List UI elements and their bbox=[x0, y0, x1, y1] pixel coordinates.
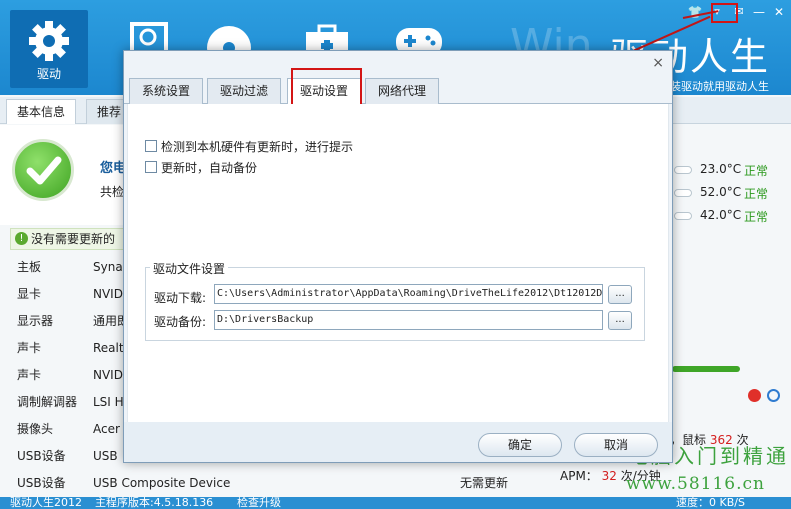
temp-row: 23.0°C 正常 bbox=[672, 160, 791, 183]
download-browse-button[interactable]: ... bbox=[608, 285, 632, 304]
status-speed: 速度：0 KB/S bbox=[676, 497, 745, 509]
list-item[interactable]: USB设备 USB Composite Device 无需更新 bbox=[0, 470, 540, 497]
tencent-weibo-icon[interactable] bbox=[767, 389, 780, 402]
driver-files-group: 驱动文件设置 驱动下载: C:\Users\Administrator\AppD… bbox=[145, 260, 645, 341]
temp-status: 正常 bbox=[744, 187, 769, 201]
info-icon: ! bbox=[15, 232, 28, 245]
hw-name: 声卡 bbox=[17, 341, 42, 355]
temp-bar bbox=[674, 212, 692, 220]
settings-dialog: × 系统设置 驱动过滤 驱动设置 网络代理 检测到本机硬件有更新时，进行提示 更… bbox=[123, 50, 673, 463]
temp-value: 42.0°C bbox=[700, 208, 742, 222]
tab-network-proxy[interactable]: 网络代理 bbox=[365, 78, 440, 104]
download-path-input[interactable]: C:\Users\Administrator\AppData\Roaming\D… bbox=[214, 284, 603, 304]
backup-browse-button[interactable]: ... bbox=[608, 311, 632, 330]
hw-device: NVID bbox=[93, 287, 123, 301]
hw-name: 显示器 bbox=[17, 314, 54, 328]
notify-update-label: 检测到本机硬件有更新时，进行提示 bbox=[161, 140, 354, 154]
download-label: 驱动下载: bbox=[154, 291, 207, 305]
hw-device: Acer bbox=[93, 422, 120, 436]
temp-bar bbox=[674, 189, 692, 197]
backup-label: 驱动备份: bbox=[154, 315, 207, 329]
gear-icon bbox=[29, 21, 69, 61]
hw-name: 声卡 bbox=[17, 368, 42, 382]
hw-name: 主板 bbox=[17, 260, 42, 274]
settings-highlight-box bbox=[711, 3, 738, 23]
hw-name: USB设备 bbox=[17, 476, 66, 490]
hw-device: LSI H bbox=[93, 395, 124, 409]
site-watermark-url: www.58116.cn bbox=[626, 474, 765, 494]
cancel-button[interactable]: 取消 bbox=[574, 433, 658, 457]
hw-name: 调制解调器 bbox=[17, 395, 78, 409]
hw-name: USB设备 bbox=[17, 449, 66, 463]
status-app-name: 驱动人生2012 bbox=[10, 497, 82, 509]
hw-name: 摄像头 bbox=[17, 422, 54, 436]
hw-device: Realt bbox=[93, 341, 124, 355]
apm-label: APM： bbox=[560, 469, 598, 483]
hw-device: NVID bbox=[93, 368, 123, 382]
minimize-icon[interactable]: — bbox=[749, 3, 769, 21]
hw-device: USB Composite Device bbox=[93, 476, 231, 490]
hw-status: 无需更新 bbox=[460, 476, 509, 490]
progress-bar bbox=[672, 366, 740, 372]
temperature-panel: 23.0°C 正常 52.0°C 正常 42.0°C 正常 bbox=[672, 160, 791, 229]
notify-update-checkbox[interactable] bbox=[145, 140, 157, 152]
hw-device: USB bbox=[93, 449, 118, 463]
close-icon[interactable]: ✕ bbox=[769, 3, 789, 21]
tab-system-settings[interactable]: 系统设置 bbox=[129, 78, 204, 104]
slogan: 装驱动就用驱动人生 bbox=[670, 80, 769, 93]
tab-highlight-box bbox=[291, 68, 362, 108]
temp-status: 正常 bbox=[744, 210, 769, 224]
status-bar: 驱动人生2012 主程序版本:4.5.18.136 检查升级 速度：0 KB/S bbox=[0, 497, 791, 509]
temp-row: 42.0°C 正常 bbox=[672, 206, 791, 229]
temp-value: 23.0°C bbox=[700, 162, 742, 176]
tab-basic-info[interactable]: 基本信息 bbox=[6, 99, 77, 124]
status-ok-icon bbox=[12, 139, 74, 201]
update-notice-text: 没有需要更新的 bbox=[31, 232, 116, 246]
dialog-footer: 确定 取消 bbox=[124, 422, 672, 462]
nav-driver-label: 驱动 bbox=[36, 67, 61, 81]
dialog-body: 检测到本机硬件有更新时，进行提示 更新时，自动备份 驱动文件设置 驱动下载: C… bbox=[127, 104, 669, 422]
dialog-tabbar: 系统设置 驱动过滤 驱动设置 网络代理 bbox=[124, 74, 672, 105]
temp-status: 正常 bbox=[744, 164, 769, 178]
status-version: 主程序版本:4.5.18.136 bbox=[95, 497, 214, 509]
ok-button[interactable]: 确定 bbox=[478, 433, 562, 457]
temp-bar bbox=[674, 166, 692, 174]
apm-value: 32 bbox=[601, 469, 617, 483]
check-update-link[interactable]: 检查升级 bbox=[237, 497, 281, 509]
group-title: 驱动文件设置 bbox=[150, 260, 229, 277]
nav-driver-button[interactable]: 驱动 bbox=[10, 10, 88, 88]
auto-backup-checkbox[interactable] bbox=[145, 161, 157, 173]
dialog-close-button[interactable]: × bbox=[652, 55, 664, 71]
summary-detail: 共检 bbox=[100, 185, 125, 199]
temp-value: 52.0°C bbox=[700, 185, 742, 199]
auto-backup-label: 更新时，自动备份 bbox=[161, 161, 258, 175]
temp-row: 52.0°C 正常 bbox=[672, 183, 791, 206]
backup-path-input[interactable]: D:\DriversBackup bbox=[214, 310, 603, 330]
weibo-icon[interactable] bbox=[748, 389, 761, 402]
hw-name: 显卡 bbox=[17, 287, 42, 301]
tab-driver-filter[interactable]: 驱动过滤 bbox=[207, 78, 282, 104]
